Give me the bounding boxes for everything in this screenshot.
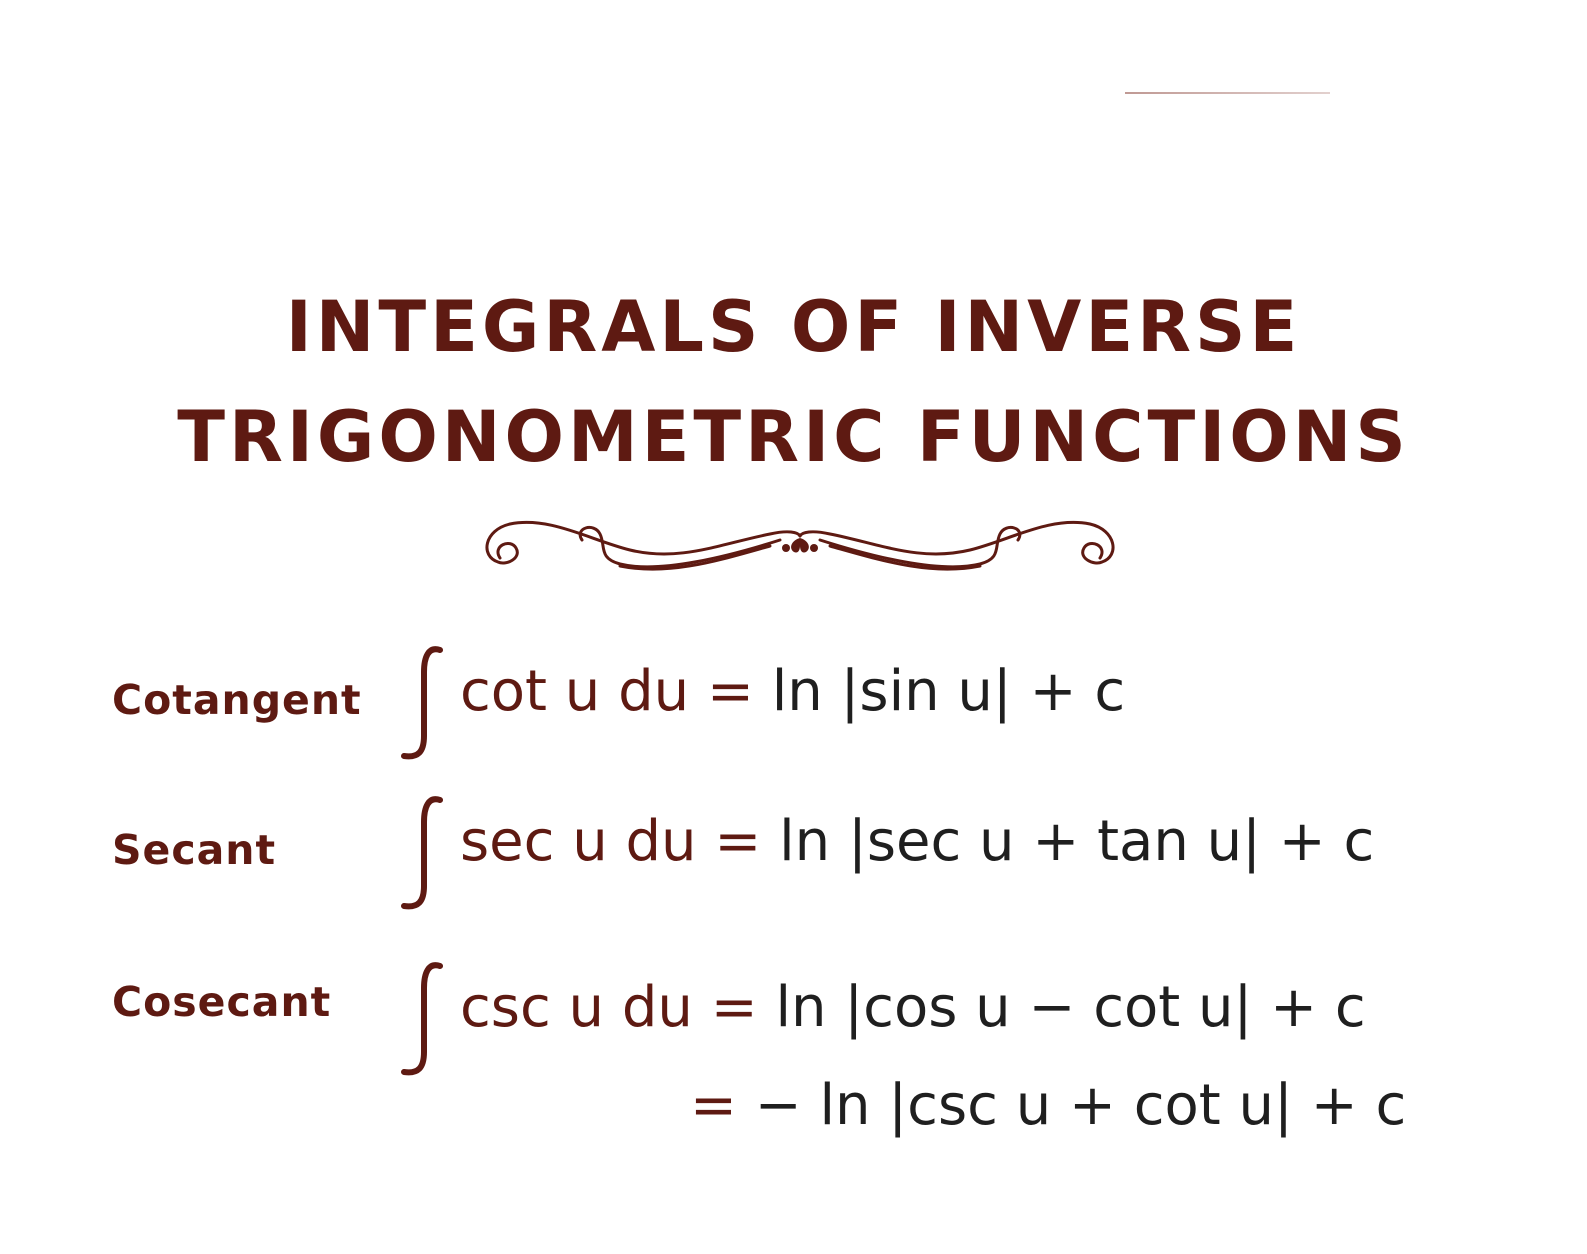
- top-divider-line: [1125, 92, 1330, 94]
- formula-lhs: cot u du: [460, 659, 690, 724]
- equals-sign: =: [706, 659, 754, 724]
- equals-sign: =: [690, 1073, 737, 1138]
- page-title-line-1: INTEGRALS OF INVERSE: [285, 286, 1302, 368]
- integral-sign-icon: [401, 646, 443, 760]
- row-label-cotangent: Cotangent: [112, 676, 362, 724]
- row-label-secant: Secant: [112, 826, 277, 874]
- equals-sign: =: [714, 809, 762, 874]
- formula-rhs: − ln |csc u + cot u| + c: [754, 1073, 1407, 1138]
- flourish-ornament-icon: [485, 520, 1115, 571]
- formula-secant: sec u du = ln |sec u + tan u| + c: [460, 814, 1374, 870]
- integral-sign-icon: [401, 962, 443, 1076]
- row-label-cosecant: Cosecant: [112, 978, 332, 1026]
- integral-sign-icon: [401, 796, 443, 910]
- page-title-line-2: TRIGONOMETRIC FUNCTIONS: [177, 396, 1410, 478]
- formula-cosecant: csc u du = ln |cos u − cot u| + c: [460, 980, 1366, 1036]
- formula-lhs: csc u du: [460, 975, 693, 1040]
- formula-cotangent: cot u du = ln |sin u| + c: [460, 664, 1125, 720]
- formula-cosecant-continuation: = − ln |csc u + cot u| + c: [690, 1078, 1406, 1134]
- formula-rhs: ln |sec u + tan u| + c: [779, 809, 1375, 874]
- equals-sign: =: [710, 975, 758, 1040]
- formula-lhs: sec u du: [460, 809, 697, 874]
- formula-rhs: ln |cos u − cot u| + c: [775, 975, 1366, 1040]
- formula-rhs: ln |sin u| + c: [771, 659, 1126, 724]
